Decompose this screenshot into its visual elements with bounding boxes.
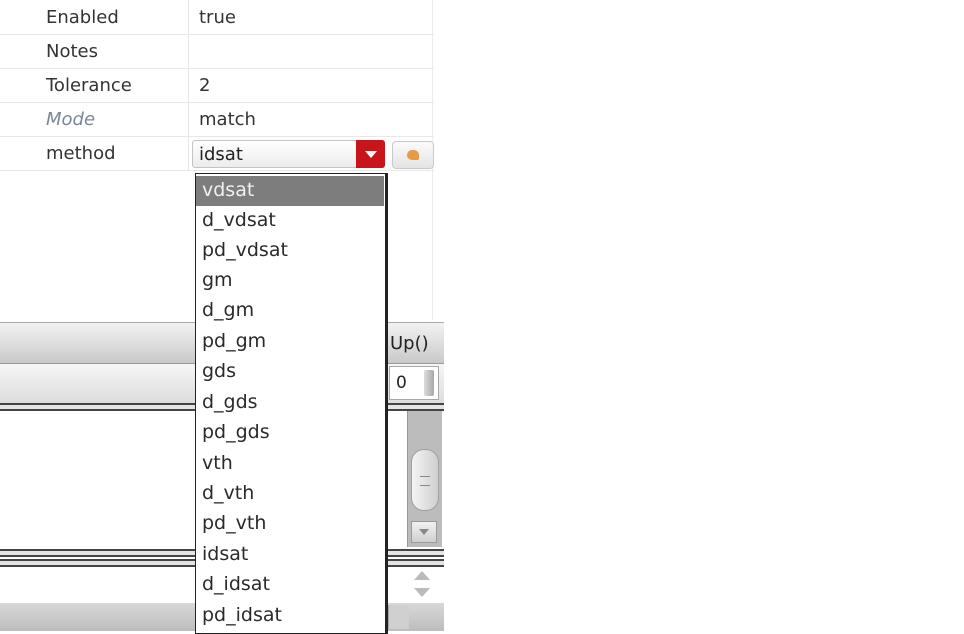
property-row-mode[interactable]: Mode match (0, 102, 434, 137)
dropdown-option-gds[interactable]: gds (196, 357, 384, 387)
bottom-bar-button[interactable] (388, 605, 409, 629)
reset-icon (407, 150, 419, 160)
option-label: d_vth (202, 482, 255, 504)
property-value[interactable]: 2 (199, 75, 210, 96)
option-label: d_idsat (202, 573, 270, 595)
property-key: Tolerance (46, 75, 132, 96)
dropdown-option-pd-gm[interactable]: pd_gm (196, 327, 384, 357)
option-label: idsat (202, 543, 249, 565)
dropdown-option-gm[interactable]: gm (196, 266, 384, 296)
arrow-down-icon[interactable] (414, 588, 430, 597)
dropdown-option-pd-idsat[interactable]: pd_idsat (196, 601, 384, 631)
option-label: pd_gds (202, 421, 270, 443)
option-label: vth (202, 452, 233, 474)
property-row-notes[interactable]: Notes (0, 34, 434, 69)
dropdown-option-pd-vdsat[interactable]: pd_vdsat (196, 236, 384, 266)
dropdown-option-d-gm[interactable]: d_gm (196, 296, 384, 326)
option-label: pd_gm (202, 330, 267, 352)
option-label: vdsat (202, 179, 255, 201)
dropdown-option-vth[interactable]: vth (196, 449, 384, 479)
dropdown-option-vdsat[interactable]: vdsat (196, 176, 384, 206)
method-combo-value: idsat (199, 144, 243, 165)
dropdown-option-d-idsat[interactable]: d_idsat (196, 570, 384, 600)
property-value[interactable]: match (199, 109, 256, 130)
dropdown-option-idsat[interactable]: idsat (196, 540, 384, 570)
option-label: d_gds (202, 391, 258, 413)
option-label: gds (202, 360, 237, 382)
property-key: method (46, 143, 116, 164)
spin-value[interactable]: 0 (396, 373, 407, 393)
property-row-enabled[interactable]: Enabled true (0, 0, 434, 35)
chevron-down-icon[interactable] (356, 140, 385, 168)
option-label: d_gm (202, 299, 255, 321)
scrollbar-thumb[interactable] (411, 449, 439, 511)
arrow-up-icon[interactable] (414, 571, 430, 580)
up-down-arrows[interactable] (410, 569, 440, 601)
spin-handle[interactable] (424, 370, 434, 396)
dropdown-option-pd-vth[interactable]: pd_vth (196, 509, 384, 539)
property-row-tolerance[interactable]: Tolerance 2 (0, 68, 434, 103)
property-key: Notes (46, 41, 98, 62)
reset-button[interactable] (392, 141, 434, 169)
vertical-scrollbar[interactable] (407, 411, 442, 547)
option-label: pd_vth (202, 512, 267, 534)
property-key: Enabled (46, 7, 119, 28)
method-combo[interactable]: idsat (192, 140, 385, 168)
spin-box[interactable]: 0 (389, 366, 439, 400)
scroll-down-button[interactable] (411, 521, 437, 543)
arrow-down-icon (419, 529, 429, 535)
dropdown-option-d-vth[interactable]: d_vth (196, 479, 384, 509)
dropdown-option-d-vdsat[interactable]: d_vdsat (196, 206, 384, 236)
grip-icon (420, 476, 430, 486)
option-label: d_vdsat (202, 209, 276, 231)
method-dropdown-list[interactable]: vdsat d_vdsat pd_vdsat gm d_gm pd_gm gds… (195, 173, 388, 634)
option-label: pd_vdsat (202, 239, 288, 261)
property-value[interactable]: true (199, 7, 236, 28)
property-key: Mode (46, 109, 96, 130)
dropdown-option-pd-gds[interactable]: pd_gds (196, 418, 384, 448)
option-label: pd_idsat (202, 604, 282, 626)
dropdown-option-d-gds[interactable]: d_gds (196, 388, 384, 418)
option-label: gm (202, 269, 233, 291)
panel-header-label: Up() (390, 333, 429, 354)
